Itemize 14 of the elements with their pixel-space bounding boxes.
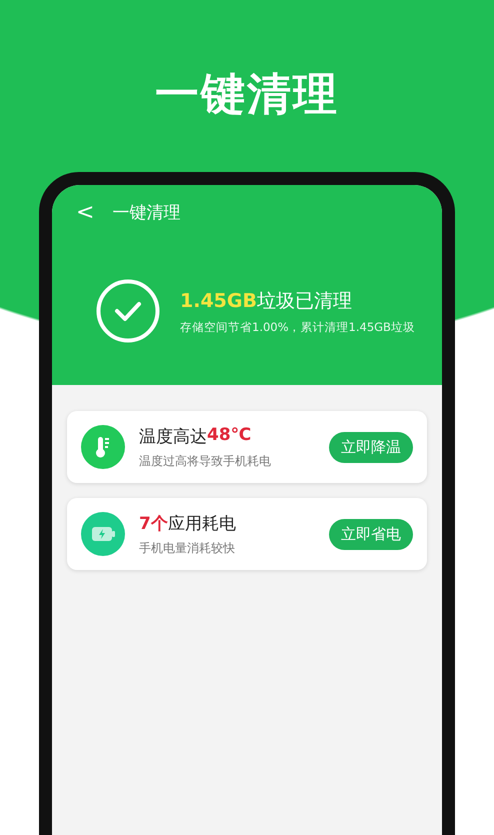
result-title: 1.45GB垃圾已清理 (180, 288, 353, 314)
card-title: 温度高达48℃ (139, 424, 252, 448)
back-button[interactable]: < (76, 200, 94, 224)
action-button[interactable]: 立即降温 (329, 432, 413, 462)
card-subtitle: 手机电量消耗较快 (139, 540, 236, 556)
card-title: 7个应用耗电 (139, 512, 237, 534)
screen-title: 一键清理 (112, 202, 180, 224)
check-circle-icon (96, 279, 160, 343)
action-button[interactable]: 立即省电 (329, 518, 413, 550)
headline: 一键清理 (155, 68, 339, 122)
battery-icon (81, 512, 125, 556)
card-subtitle: 温度过高将导致手机耗电 (139, 452, 272, 470)
thermometer-icon (81, 425, 125, 469)
result-detail: 存储空间节省1.00%，累计清理1.45GB垃圾 (180, 320, 415, 334)
